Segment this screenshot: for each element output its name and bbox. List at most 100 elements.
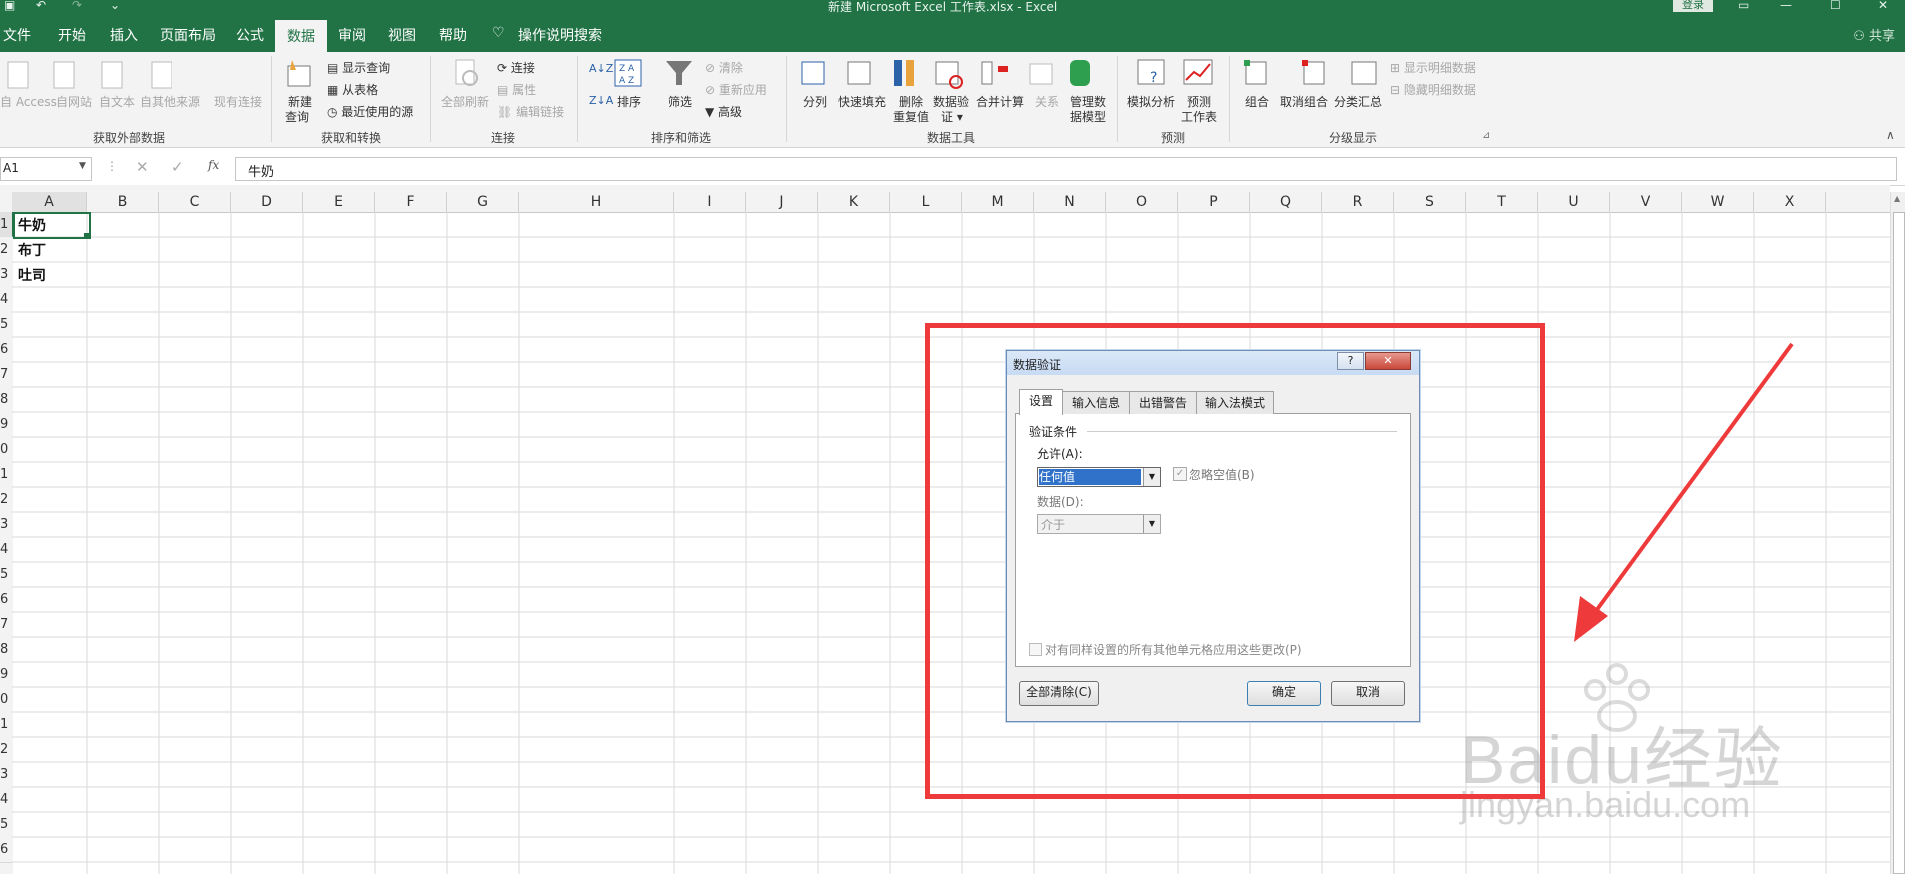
column-header[interactable]: I — [674, 192, 746, 212]
row-header[interactable]: 5 — [0, 562, 12, 588]
menu-review[interactable]: 审阅 — [338, 25, 366, 45]
row-header[interactable]: 6 — [0, 337, 12, 363]
row-header[interactable]: 9 — [0, 412, 12, 438]
column-header[interactable]: F — [375, 192, 447, 212]
maximize-icon[interactable]: ☐ — [1830, 0, 1841, 12]
row-header[interactable]: 7 — [0, 612, 12, 638]
name-box[interactable]: A1 ▼ — [0, 157, 92, 181]
column-header[interactable]: B — [87, 192, 159, 212]
clear-filter-button[interactable]: ⊘ 清除 — [705, 59, 743, 76]
row-header[interactable]: 2 — [0, 737, 12, 763]
column-header[interactable]: A — [12, 192, 87, 214]
flash-fill-button[interactable]: 快速填充 — [838, 93, 886, 110]
subtotal-button[interactable]: 分类汇总 — [1334, 93, 1382, 110]
ungroup-button[interactable]: 取消组合 — [1280, 93, 1328, 110]
tell-me-search[interactable]: 操作说明搜索 — [518, 25, 602, 45]
minimize-icon[interactable]: — — [1780, 0, 1792, 12]
redo-icon[interactable]: ↷ — [72, 0, 82, 12]
column-header[interactable]: S — [1394, 192, 1466, 212]
sort-descending-icon[interactable]: Z↓A — [589, 94, 613, 107]
column-header[interactable]: C — [159, 192, 231, 212]
column-header[interactable]: E — [303, 192, 375, 212]
from-web-button[interactable]: 自网站 — [56, 93, 92, 110]
show-queries-button[interactable]: ▤ 显示查询 — [327, 59, 390, 76]
ok-button[interactable]: 确定 — [1247, 681, 1321, 706]
from-table-button[interactable]: ▦ 从表格 — [327, 81, 378, 98]
row-header[interactable]: 0 — [0, 437, 12, 463]
insert-function-icon[interactable]: fx — [208, 158, 219, 172]
close-icon[interactable]: ✕ — [1878, 0, 1888, 12]
tab-settings[interactable]: 设置 — [1019, 389, 1063, 415]
dialog-launcher-icon[interactable]: ⊿ — [1482, 130, 1490, 141]
row-header[interactable]: 2 — [0, 487, 12, 513]
column-header[interactable]: J — [746, 192, 818, 212]
row-header[interactable]: 3 — [0, 262, 12, 288]
row-header[interactable]: 3 — [0, 762, 12, 788]
clear-all-button[interactable]: 全部清除(C) — [1019, 681, 1099, 706]
enter-icon[interactable]: ✓ — [171, 158, 184, 176]
from-text-button[interactable]: 自文本 — [99, 93, 135, 110]
row-header[interactable]: 7 — [0, 362, 12, 388]
refresh-all-button[interactable]: 全部刷新 — [441, 93, 489, 110]
sort-button[interactable]: 排序 — [617, 93, 641, 110]
dialog-close-button[interactable]: ✕ — [1365, 352, 1411, 370]
column-header[interactable]: M — [962, 192, 1034, 212]
row-header[interactable]: 4 — [0, 787, 12, 813]
row-header[interactable]: 6 — [0, 587, 12, 613]
from-access-button[interactable]: 自 Access — [0, 93, 57, 110]
menu-page-layout[interactable]: 页面布局 — [160, 25, 216, 45]
cancel-icon[interactable]: ✕ — [136, 158, 149, 176]
row-header[interactable]: 2 — [0, 237, 12, 263]
menu-view[interactable]: 视图 — [388, 25, 416, 45]
tab-ime-mode[interactable]: 输入法模式 — [1196, 391, 1274, 414]
sort-ascending-icon[interactable]: A↓Z — [589, 62, 613, 75]
ignore-blank-checkbox[interactable]: ✓ — [1173, 467, 1187, 481]
scroll-up-icon[interactable]: ▲ — [1894, 194, 1900, 203]
edit-links-button[interactable]: ⛓ 编辑链接 — [497, 103, 564, 120]
menu-data[interactable]: 数据 — [275, 20, 327, 52]
properties-button[interactable]: ▤ 属性 — [497, 81, 536, 98]
column-header[interactable]: N — [1034, 192, 1106, 212]
row-header[interactable]: 6 — [0, 837, 12, 863]
collapse-ribbon-icon[interactable]: ∧ — [1886, 128, 1895, 142]
tab-error-alert[interactable]: 出错警告 — [1129, 391, 1197, 414]
menu-formulas[interactable]: 公式 — [236, 25, 264, 45]
existing-connections-button[interactable]: 现有连接 — [214, 93, 262, 110]
reapply-button[interactable]: ⊘ 重新应用 — [705, 81, 767, 98]
column-header[interactable]: V — [1610, 192, 1682, 212]
column-header[interactable]: O — [1106, 192, 1178, 212]
consolidate-button[interactable]: 合并计算 — [976, 93, 1024, 110]
fill-handle[interactable] — [84, 233, 89, 238]
from-other-sources-button[interactable]: 自其他来源 — [140, 93, 200, 110]
tab-input-message[interactable]: 输入信息 — [1062, 391, 1130, 414]
menu-help[interactable]: 帮助 — [439, 25, 467, 45]
column-header[interactable]: L — [890, 192, 962, 212]
text-to-columns-button[interactable]: 分列 — [803, 93, 827, 110]
group-button[interactable]: 组合 — [1245, 93, 1269, 110]
row-header[interactable]: 9 — [0, 662, 12, 688]
column-header[interactable]: Q — [1250, 192, 1322, 212]
column-header[interactable]: T — [1466, 192, 1538, 212]
dialog-title-bar[interactable]: 数据验证 ? ✕ — [1007, 351, 1419, 375]
quick-access-menu-icon[interactable]: ⌄ — [110, 0, 120, 12]
advanced-filter-button[interactable]: ▼ 高级 — [705, 103, 742, 120]
allow-select[interactable]: 任何值 ▼ — [1037, 467, 1161, 487]
row-header[interactable]: 3 — [0, 512, 12, 538]
data-select[interactable]: 介于 ▼ — [1037, 514, 1161, 534]
chevron-down-icon[interactable]: ▼ — [1143, 468, 1160, 486]
column-header[interactable]: R — [1322, 192, 1394, 212]
column-header[interactable]: X — [1754, 192, 1826, 212]
help-button[interactable]: ? — [1337, 352, 1364, 370]
chevron-down-icon[interactable]: ▼ — [79, 161, 86, 171]
menu-file[interactable]: 文件 — [3, 25, 31, 45]
show-detail-button[interactable]: ⊞ 显示明细数据 — [1390, 59, 1476, 76]
column-header[interactable]: K — [818, 192, 890, 212]
row-header[interactable]: 5 — [0, 312, 12, 338]
relationships-button[interactable]: 关系 — [1035, 93, 1059, 110]
formula-input[interactable]: 牛奶 — [235, 157, 1897, 181]
column-header[interactable]: H — [519, 192, 674, 212]
row-header[interactable]: 4 — [0, 287, 12, 313]
row-header[interactable]: 8 — [0, 637, 12, 663]
menu-home[interactable]: 开始 — [58, 25, 86, 45]
connections-button[interactable]: ⟳ 连接 — [497, 59, 535, 76]
